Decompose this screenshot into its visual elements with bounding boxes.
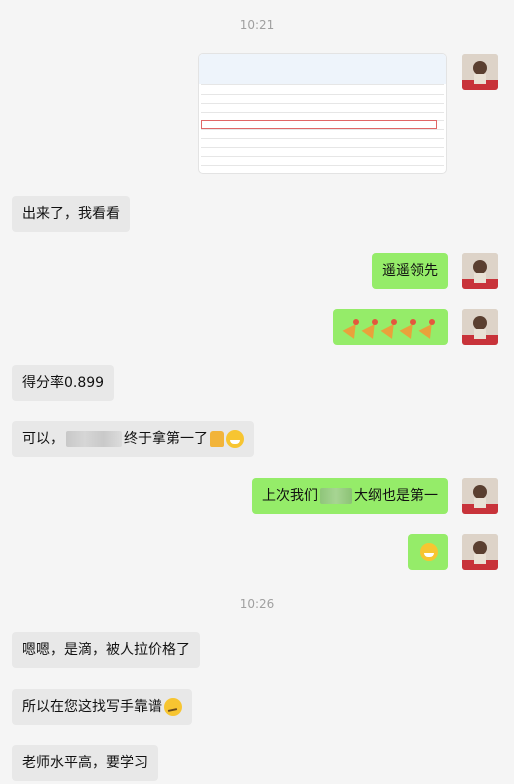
message-bubble-incoming[interactable]: 嗯嗯，是滴，被人拉价格了 — [12, 632, 200, 668]
message-text: 老师水平高，要学习 — [22, 755, 148, 771]
party-popper-icon — [401, 318, 418, 336]
table-header — [199, 54, 446, 84]
message-bubble-outgoing[interactable]: 遥遥领先 — [372, 253, 448, 289]
message-bubble-incoming[interactable]: 所以在您这找写手靠谱 — [12, 689, 192, 725]
my-avatar[interactable] — [462, 54, 498, 90]
message-bubble-outgoing[interactable] — [333, 309, 448, 345]
my-avatar[interactable] — [462, 478, 498, 514]
message-bubble-outgoing[interactable] — [408, 534, 448, 570]
message-text: 嗯嗯，是滴，被人拉价格了 — [22, 642, 190, 658]
redacted-text — [66, 431, 122, 447]
message-text-part: 终于拿第一了 — [124, 431, 208, 447]
party-popper-icon — [382, 318, 399, 336]
message-text: 得分率0.899 — [22, 375, 105, 391]
my-avatar[interactable] — [462, 534, 498, 570]
timestamp: 10:21 — [239, 18, 275, 32]
message-text: 出来了，我看看 — [22, 206, 120, 222]
message-bubble-incoming[interactable]: 可以， 终于拿第一了 — [12, 421, 254, 457]
message-text: 所以在您这找写手靠谱 — [22, 699, 162, 715]
message-bubble-incoming[interactable]: 出来了，我看看 — [12, 196, 130, 232]
party-popper-icon — [363, 318, 380, 336]
message-bubble-incoming[interactable]: 老师水平高，要学习 — [12, 745, 158, 781]
message-bubble-outgoing[interactable]: 上次我们 大纲也是第一 — [252, 478, 448, 514]
highlighted-row — [201, 120, 437, 129]
message-text: 遥遥领先 — [382, 263, 438, 279]
message-text-part: 可以， — [22, 431, 64, 447]
grinning-face-icon — [226, 430, 244, 448]
party-popper-icon — [420, 318, 437, 336]
grinning-face-icon — [420, 543, 438, 561]
party-popper-icon — [344, 318, 361, 336]
message-text-part: 上次我们 — [262, 488, 318, 504]
thumbs-up-icon — [210, 431, 224, 447]
thinking-face-icon — [164, 698, 182, 716]
redacted-text — [320, 488, 352, 504]
timestamp: 10:26 — [239, 597, 275, 611]
shared-screenshot-image[interactable] — [199, 54, 446, 173]
my-avatar[interactable] — [462, 253, 498, 289]
message-text-part: 大纲也是第一 — [354, 488, 438, 504]
my-avatar[interactable] — [462, 309, 498, 345]
message-bubble-incoming[interactable]: 得分率0.899 — [12, 365, 115, 401]
